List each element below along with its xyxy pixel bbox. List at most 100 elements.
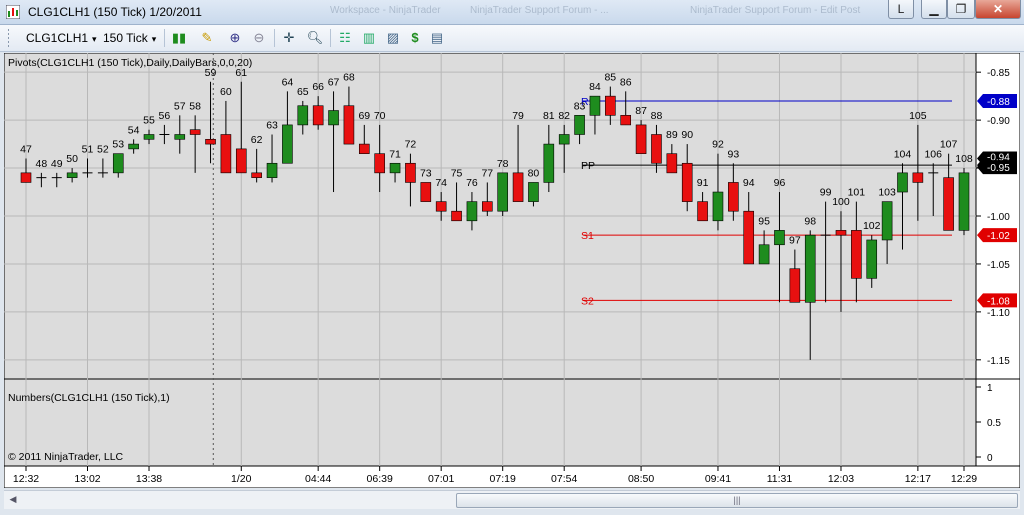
- candle-body: [143, 134, 155, 140]
- bar-number-label: 79: [512, 110, 524, 122]
- bar-number-label: 58: [189, 100, 201, 112]
- numbers-tick-label: 1: [987, 383, 993, 394]
- toolbar-separator: [274, 29, 275, 47]
- bar-number-label: 89: [666, 129, 678, 141]
- scroll-left-icon[interactable]: ◀: [6, 493, 20, 506]
- price-marker-label: -0.88: [987, 97, 1010, 108]
- candle-body: [497, 172, 508, 212]
- zoom-out-icon[interactable]: ⊖: [250, 29, 268, 47]
- candle-body: [482, 201, 493, 212]
- drawing-pencil-icon[interactable]: ✎: [198, 29, 216, 47]
- candle-body: [605, 95, 616, 116]
- candle-body: [205, 138, 216, 145]
- bar-number-label: 104: [894, 148, 912, 160]
- numbers-tick-label: 0: [987, 453, 993, 464]
- zoom-in-icon[interactable]: ⊕: [226, 29, 244, 47]
- bar-number-label: 75: [451, 167, 463, 179]
- chart-app-icon: [6, 5, 20, 19]
- bar-number-label: 71: [389, 148, 401, 160]
- time-tick-label: 04:44: [305, 473, 331, 485]
- indicators-icon[interactable]: ▥: [360, 29, 378, 47]
- bar-number-label: 91: [697, 177, 709, 189]
- chart-scrollbar[interactable]: ◀ |||: [4, 490, 1020, 509]
- bar-number-label: 97: [789, 235, 801, 247]
- bar-number-label: 81: [543, 110, 555, 122]
- candle-body: [743, 210, 755, 265]
- toolbar-separator: [164, 29, 165, 47]
- candle-body: [897, 172, 908, 193]
- bar-number-label: 80: [528, 167, 540, 179]
- candle-body: [512, 172, 524, 202]
- chart-area[interactable]: R1 PP S1 S2 47 48 49 50 51 52 53 54 55 56 57 58 59 60 61 6…: [3, 52, 1021, 489]
- close-button[interactable]: ✕: [975, 0, 1021, 19]
- bar-number-label: 65: [297, 86, 309, 98]
- candle-body: [358, 143, 370, 154]
- instrument-selector[interactable]: CLG1CLH1: [26, 28, 97, 48]
- numbers-tick-label: 0.5: [987, 418, 1001, 429]
- candle-body: [435, 201, 447, 212]
- price-chart[interactable]: R1PPS1S2 4748 49 5051 52 535455 5657 585960616…: [3, 52, 1021, 489]
- scrollbar-thumb[interactable]: |||: [456, 493, 1018, 508]
- bar-number-label: 62: [251, 134, 263, 146]
- candle-body: [728, 182, 739, 212]
- interval-selector[interactable]: 150 Tick: [103, 28, 156, 48]
- strategies-icon[interactable]: ☷: [336, 29, 354, 47]
- candle-body: [235, 148, 247, 174]
- maximize-button[interactable]: ❐: [947, 0, 975, 19]
- bar-number-label: 77: [481, 167, 493, 179]
- bar-style-icon[interactable]: ▮▮: [170, 29, 188, 47]
- candle-body: [574, 115, 585, 135]
- candle-body: [189, 129, 201, 135]
- bar-number-label: 85: [604, 72, 616, 84]
- copyright-text: © 2011 NinjaTrader, LLC: [8, 451, 124, 463]
- bar-number-label: 68: [343, 72, 355, 84]
- bar-number-label: 103: [878, 187, 896, 199]
- candle-body: [666, 153, 678, 174]
- candle-body: [958, 172, 970, 231]
- candle-body: [543, 143, 555, 183]
- candle-body: [220, 134, 232, 174]
- bar-number-label: 98: [804, 215, 816, 227]
- candle-body: [620, 115, 632, 126]
- candle-body: [328, 110, 339, 126]
- candle-body: [174, 134, 186, 140]
- crosshair-icon[interactable]: ✛: [280, 29, 298, 47]
- candle-body: [835, 230, 847, 236]
- search-icon[interactable]: 🔍︎: [306, 29, 324, 47]
- time-tick-label: 13:02: [74, 473, 100, 485]
- bar-number-label: 55: [143, 115, 155, 127]
- bar-number-label: 50: [66, 153, 78, 165]
- candle-body: [128, 143, 139, 150]
- bar-number-label: 83: [574, 100, 586, 112]
- bar-number-label: 86: [620, 76, 632, 88]
- candle-body: [774, 230, 785, 246]
- bar-number-label: 76: [466, 177, 478, 189]
- candle-body: [297, 105, 309, 126]
- title-bar: CLG1CLH1 (150 Tick) 1/20/2011 Workspace …: [0, 0, 1024, 25]
- time-tick-label: 1/20: [231, 473, 252, 485]
- bar-number-label: 99: [820, 187, 832, 199]
- bar-number-label: 70: [374, 110, 386, 122]
- candle-body: [804, 234, 816, 303]
- bar-number-label: 52: [97, 143, 109, 155]
- bar-number-label: 101: [848, 187, 866, 199]
- price-tick-label: -1.05: [987, 260, 1010, 271]
- minimize-button[interactable]: ▁: [921, 0, 947, 19]
- bar-number-label: 63: [266, 120, 278, 132]
- bar-number-label: 84: [589, 81, 601, 93]
- candle-body: [112, 153, 124, 174]
- bar-number-label: 66: [312, 81, 324, 93]
- candle-body: [881, 201, 893, 241]
- chart-properties-icon[interactable]: ▨: [384, 29, 402, 47]
- candle-body: [943, 177, 954, 231]
- candle-body: [282, 124, 293, 164]
- help-button[interactable]: L: [888, 0, 914, 19]
- time-tick-label: 09:41: [705, 473, 731, 485]
- bar-number-label: 54: [128, 124, 140, 136]
- candle-body: [266, 162, 278, 178]
- bar-number-label: 107: [940, 139, 958, 151]
- data-box-icon[interactable]: ▤: [428, 29, 446, 47]
- dollar-icon[interactable]: $: [406, 29, 424, 47]
- bar-number-label: 73: [420, 167, 432, 179]
- bar-number-label: 90: [681, 129, 693, 141]
